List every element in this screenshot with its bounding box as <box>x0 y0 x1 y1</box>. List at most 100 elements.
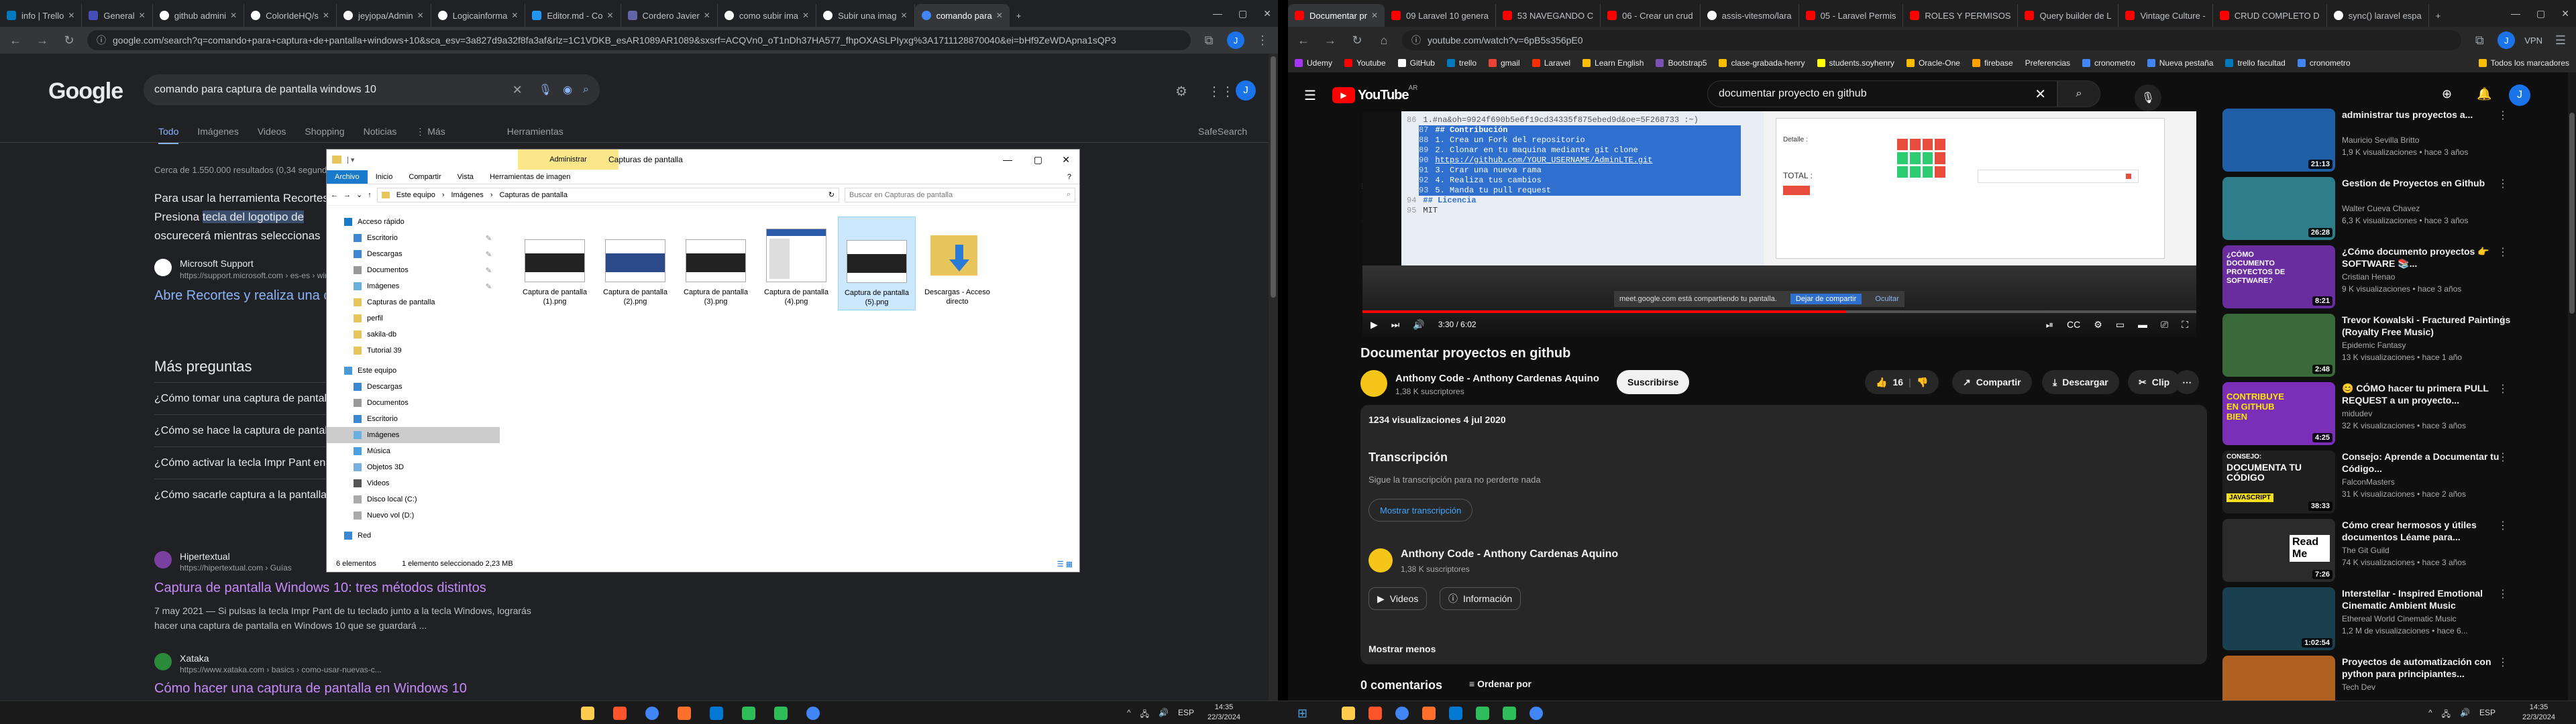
minimize-button[interactable]: — <box>2511 8 2520 19</box>
bookmark[interactable]: clase-grabada-henry <box>1719 58 1805 68</box>
video-thumbnail[interactable]: 2:48 <box>2222 314 2335 377</box>
sidebar-item[interactable]: sakila-db <box>327 326 500 343</box>
profile-icon[interactable]: J <box>2498 32 2516 49</box>
app-taskbar-icon[interactable] <box>774 707 788 720</box>
address-path[interactable]: Este equipo › Imágenes › Capturas de panta… <box>376 187 839 202</box>
xampp-taskbar-icon[interactable] <box>678 707 691 720</box>
sidebar-item-selected[interactable]: Imágenes <box>327 427 500 443</box>
sidebar-item[interactable]: Disco local (C:) <box>327 491 500 507</box>
subtitles-icon[interactable]: CC <box>2067 319 2080 330</box>
recommendation-item[interactable]: 8:21 ¿CÓMO DOCUMENTO PROYECTOS DE SOFTWAR… <box>2222 245 2511 312</box>
reload-icon[interactable]: ↻ <box>1348 32 1366 49</box>
share-button[interactable]: ↗ Compartir <box>1952 370 2032 394</box>
sidebar-item[interactable]: perfil <box>327 310 500 326</box>
recommendation-channel[interactable]: Mauricio Sevilla Britto <box>2342 135 2419 145</box>
sidebar-item[interactable]: Videos <box>327 475 500 491</box>
ribbon-herramientas-imagen[interactable]: Herramientas de imagen <box>482 170 578 184</box>
hamburger-menu-icon[interactable]: ☰ <box>1304 87 1316 104</box>
account-avatar[interactable]: J <box>2509 84 2530 106</box>
close-icon[interactable]: ✕ <box>226 11 237 20</box>
reload-icon[interactable]: ↻ <box>60 32 78 49</box>
video-thumbnail[interactable]: 1:02:54 <box>2222 587 2335 650</box>
back-arrow-icon[interactable]: ← <box>331 191 338 199</box>
menu-icon[interactable]: ⋮ <box>1254 32 1271 49</box>
scrollbar-thumb[interactable] <box>1271 56 1276 298</box>
app-taskbar-icon[interactable] <box>1476 707 1489 720</box>
language-indicator[interactable]: ESP <box>2479 708 2496 722</box>
recommendation-title[interactable]: administrar tus proyectos a... <box>2342 109 2513 121</box>
start-windows-icon[interactable]: ⊞ <box>1297 707 1307 721</box>
tab-mas[interactable]: ⋮ Más <box>415 126 445 144</box>
bookmark[interactable]: Nueva pestaña <box>2147 58 2213 68</box>
next-icon[interactable]: ⏭ <box>1391 319 1400 330</box>
tab-todo[interactable]: Todo <box>158 126 179 144</box>
youtube-logo-icon[interactable]: ▶ <box>1332 87 1355 103</box>
file-item[interactable]: Captura de pantalla (3).png <box>677 217 755 310</box>
youtube-logo-text[interactable]: YouTube <box>1358 88 1409 103</box>
youtube-search-input[interactable]: documentar proyecto en github ✕ <box>1707 80 2057 107</box>
tab-videos[interactable]: Videos <box>258 126 286 144</box>
path-segment[interactable]: Capturas de pantalla <box>499 191 568 199</box>
volume-icon[interactable]: 🔊 <box>1413 319 1424 330</box>
tab-navegando[interactable]: 53 NAVEGANDO C <box>1496 4 1601 27</box>
bookmark[interactable]: Youtube <box>1344 58 1386 68</box>
download-button[interactable]: ⤓ Descargar <box>2042 370 2119 394</box>
sidebar-item[interactable]: Capturas de pantalla <box>327 294 500 310</box>
voice-search-mic-icon[interactable]: 🎙 <box>2135 84 2161 111</box>
extensions-icon[interactable]: ⧉ <box>2471 32 2488 49</box>
recommendation-item[interactable]: 1:02:54 Interstellar - Inspired Emotional… <box>2222 587 2511 654</box>
xampp-taskbar-icon[interactable] <box>1422 707 1436 720</box>
tab-vintage[interactable]: Vintage Culture - <box>2118 4 2213 27</box>
channel-avatar[interactable] <box>1360 370 1387 397</box>
tab-query-builder[interactable]: Query builder de L <box>2018 4 2119 27</box>
refresh-icon[interactable]: ↻ <box>828 190 835 199</box>
video-thumbnail[interactable]: 38:33 CONSEJO: DOCUMENTA TU CÓDIGO JAVASCRI… <box>2222 450 2335 514</box>
settings-gear-icon[interactable]: ⚙ <box>2094 319 2102 330</box>
brave-taskbar-icon[interactable] <box>1368 707 1382 720</box>
recommendation-title[interactable]: Proyectos de automatización con python p… <box>2342 656 2513 680</box>
close-icon[interactable]: ✕ <box>64 11 74 20</box>
file-explorer-taskbar-icon[interactable] <box>1342 707 1355 720</box>
notifications-bell-icon[interactable]: 🔔 <box>2477 87 2491 101</box>
bookmark[interactable]: trello facultad <box>2225 58 2286 68</box>
site-info-icon[interactable]: ⓘ <box>97 34 106 47</box>
chevron-up-icon[interactable]: ^ <box>2428 708 2432 722</box>
ribbon-vista[interactable]: Vista <box>449 170 482 184</box>
play-icon[interactable]: ▶ <box>1371 319 1378 330</box>
more-options-icon[interactable]: ⋮ <box>2498 245 2508 259</box>
recommendation-title[interactable]: Cómo crear hermosos y útiles documentos … <box>2342 519 2513 543</box>
video-player[interactable]: 86 1.#na&oh=9924f690b5e6f19cd34335f875ebe… <box>1362 111 2196 337</box>
recommendation-item[interactable]: 38:33 CONSEJO: DOCUMENTA TU CÓDIGO JAVASCRI… <box>2222 450 2511 518</box>
sidebar-item[interactable]: Música <box>327 443 500 459</box>
google-search-box[interactable]: comando para captura de pantalla windows… <box>144 74 600 105</box>
sidebar-item[interactable]: Red <box>327 528 500 544</box>
clock[interactable]: 14:35 22/3/2024 <box>1208 703 1240 723</box>
recommendation-item[interactable]: 2:48 Trevor Kowalski - Fractured Painting… <box>2222 314 2511 381</box>
recommendation-title[interactable]: Interstellar - Inspired Emotional Cinema… <box>2342 587 2513 611</box>
tab-crud-completo[interactable]: CRUD COMPLETO D <box>2213 4 2327 27</box>
tab-documentar[interactable]: Documentar pr ✕ <box>1288 4 1385 27</box>
safesearch-button[interactable]: SafeSearch <box>1198 126 1247 137</box>
recommendation-channel[interactable]: Tech Dev <box>2342 682 2375 692</box>
more-options-icon[interactable]: ⋮ <box>2498 519 2508 532</box>
bookmark[interactable]: Preferencias <box>2025 58 2070 68</box>
tab-shopping[interactable]: Shopping <box>305 126 344 144</box>
tab-google-search[interactable]: comando para ✕ <box>914 4 1010 27</box>
minimize-button[interactable]: — <box>1003 154 1012 165</box>
explorer-search-input[interactable]: Buscar en Capturas de pantalla ⌕ <box>845 187 1075 202</box>
clear-icon[interactable]: ✕ <box>513 83 523 97</box>
menu-icon[interactable]: ☰ <box>2552 32 2569 49</box>
tab-colorlib[interactable]: ColorIdeHQ/s ✕ <box>244 4 337 27</box>
sidebar-item[interactable]: Documentos <box>327 395 500 411</box>
path-segment[interactable]: Este equipo <box>396 191 435 199</box>
tab-como-subir[interactable]: como subir ima ✕ <box>718 4 817 27</box>
forward-arrow-icon[interactable]: → <box>34 32 51 49</box>
subscribe-button[interactable]: Suscribirse <box>1617 370 1690 394</box>
chrome-taskbar-icon[interactable] <box>645 707 659 720</box>
lens-icon[interactable]: ◉ <box>563 83 572 97</box>
chrome-taskbar-icon[interactable] <box>806 707 820 720</box>
minimize-button[interactable]: — <box>1213 8 1222 19</box>
settings-gear-icon[interactable]: ⚙ <box>1175 83 1187 100</box>
recommendation-title[interactable]: ¿Cómo documento proyectos 👉 SOFTWARE 📚..… <box>2342 245 2513 269</box>
sidebar-item[interactable]: Tutorial 39 <box>327 343 500 359</box>
